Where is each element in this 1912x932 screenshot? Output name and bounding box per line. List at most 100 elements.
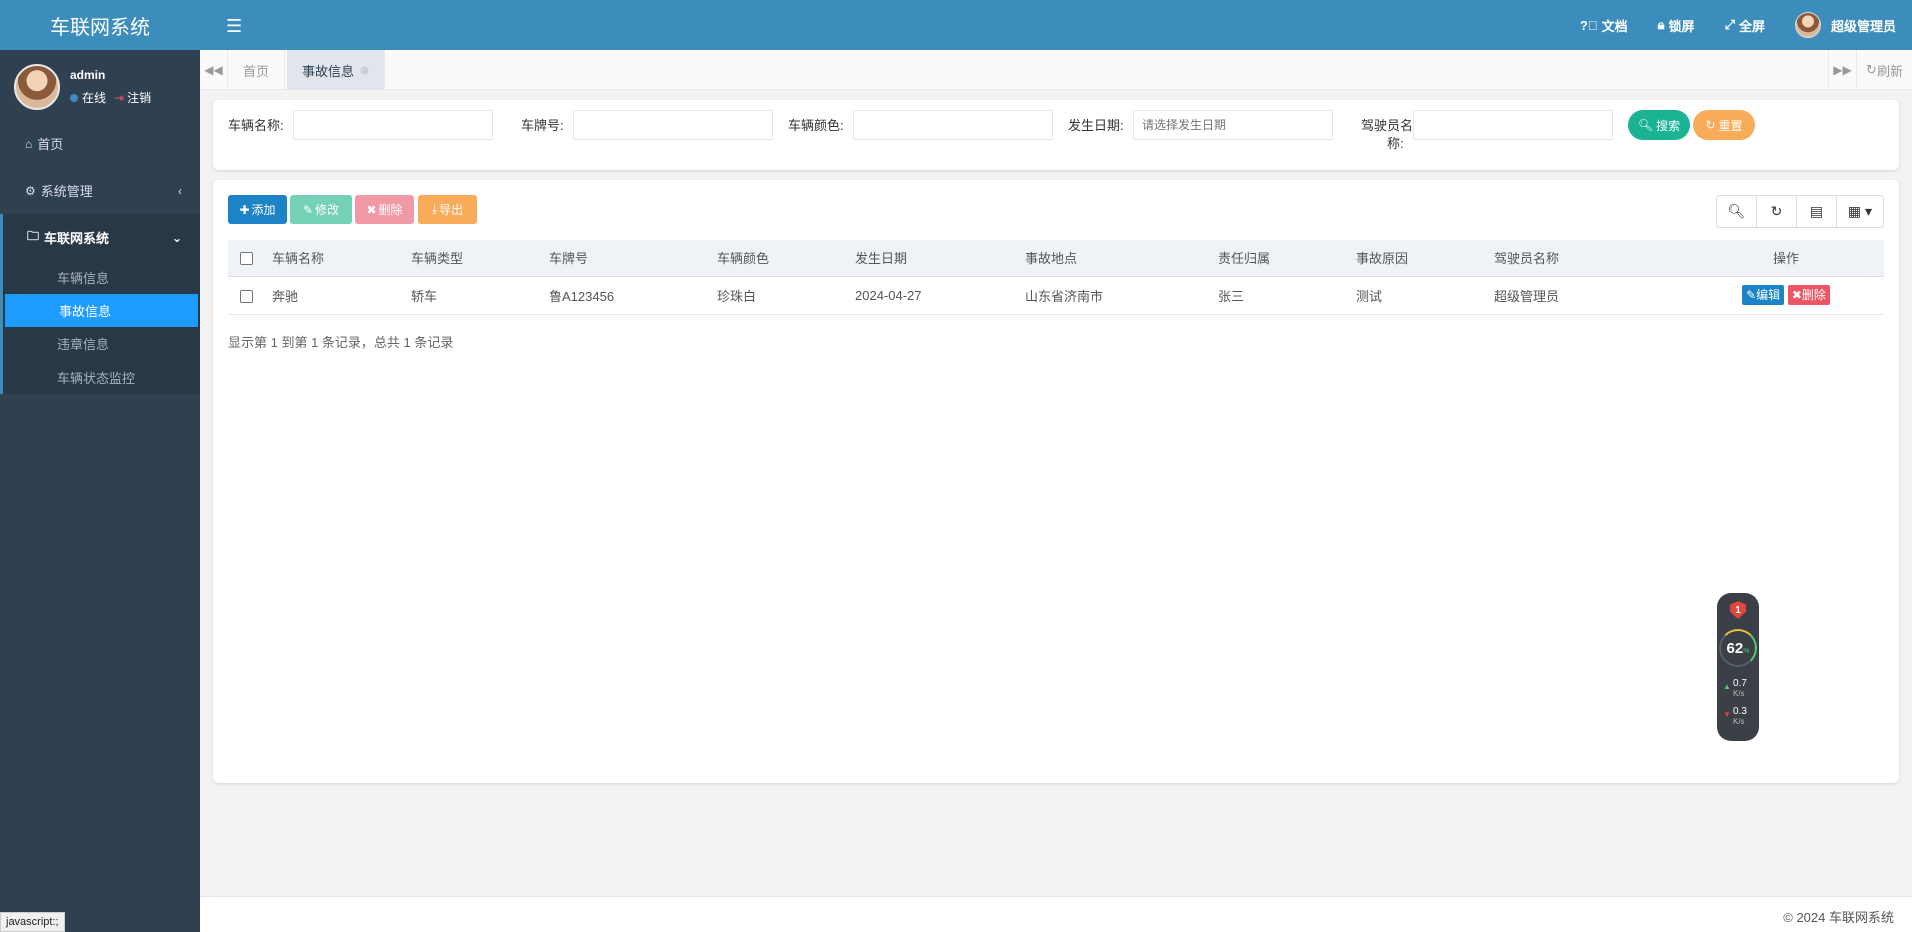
question-circle-icon: ?⃝ — [1579, 17, 1598, 33]
vehicle-name-input[interactable] — [293, 110, 493, 140]
col-date[interactable]: 发生日期 — [849, 240, 1019, 277]
color-input[interactable] — [853, 110, 1053, 140]
user-menu[interactable]: 超级管理员 — [1794, 12, 1896, 38]
chevron-left-icon: ‹ — [178, 183, 182, 198]
cell-color: 珍珠白 — [717, 288, 757, 304]
toggle-view-button[interactable]: ▤ — [1797, 196, 1837, 227]
download-speed: 0.3 K/s — [1733, 706, 1747, 727]
accident-table: 车辆名称 车辆类型 车牌号 车辆颜色 发生日期 事故地点 责任归属 事故原因 驾… — [228, 240, 1884, 315]
delete-button[interactable]: ✖ 删除 — [355, 195, 414, 224]
th-icon: ▦ ▾ — [1847, 203, 1873, 219]
table-tools: 🔍︎ ↻ ▤ ▦ ▾ — [1716, 195, 1884, 228]
cell-location: 山东省济南市 — [1025, 288, 1104, 304]
vehicle-name-label: 车辆名称: — [228, 118, 284, 133]
driver-label-line2: 称: — [1387, 136, 1404, 151]
lock-screen-link[interactable]: 🔒︎ 锁屏 — [1658, 16, 1695, 35]
tab-scroll-right-icon[interactable]: ▶▶ — [1828, 50, 1856, 90]
plate-input[interactable] — [573, 110, 773, 140]
plate-label: 车牌号: — [521, 118, 564, 133]
times-icon: ✖ — [1791, 288, 1802, 302]
reset-button[interactable]: ↻ 重置 — [1693, 110, 1755, 140]
driver-input[interactable] — [1413, 110, 1613, 140]
col-reason[interactable]: 事故原因 — [1350, 240, 1488, 277]
date-label: 发生日期: — [1068, 118, 1124, 133]
driver-label-line1: 驾驶员名 — [1361, 118, 1414, 133]
sidebar-group-iov: 🗀 车联网系统 ⌄ 车辆信息 事故信息 违章信息 车辆状态监控 — [0, 214, 200, 394]
cpu-percent-unit: % — [1743, 647, 1750, 655]
sidebar-item-violation-info[interactable]: 违章信息 — [3, 327, 200, 360]
online-dot-icon — [70, 94, 78, 102]
fullscreen-link[interactable]: ⤢ 全屏 — [1725, 16, 1765, 35]
col-vehicle-type[interactable]: 车辆类型 — [405, 240, 543, 277]
pagination-info: 显示第 1 到第 1 条记录，总共 1 条记录 — [228, 335, 454, 350]
col-vehicle-name[interactable]: 车辆名称 — [266, 240, 405, 277]
cell-driver: 超级管理员 — [1494, 288, 1560, 304]
online-status: 在线 — [70, 89, 106, 106]
row-checkbox[interactable] — [240, 289, 253, 303]
col-color[interactable]: 车辆颜色 — [711, 240, 849, 277]
chevron-down-icon: ⌄ — [171, 230, 182, 245]
tab-refresh-button[interactable]: ↻ 刷新 — [1856, 50, 1912, 90]
columns-button[interactable]: ▦ ▾ — [1837, 196, 1883, 227]
upload-arrow-icon: ▲ — [1723, 682, 1731, 691]
upload-speed: 0.7 K/s — [1733, 678, 1747, 699]
folder-icon: 🗀 — [27, 229, 40, 243]
date-input[interactable] — [1133, 110, 1333, 140]
search-button[interactable]: 🔍︎ 搜索 — [1628, 110, 1690, 140]
refresh-icon: ↻ — [1770, 203, 1783, 219]
row-delete-button[interactable]: ✖删除 — [1787, 285, 1830, 305]
col-actions: 操作 — [1688, 240, 1884, 277]
times-icon: ✖ — [366, 202, 377, 217]
user-status: 在线 ⇥ 注销 — [70, 89, 151, 106]
sidebar-item-system[interactable]: ⚙ 系统管理 ‹ — [0, 167, 200, 214]
select-all-checkbox[interactable] — [240, 252, 253, 266]
edit-icon: ✎ — [302, 202, 314, 217]
refresh-table-button[interactable]: ↻ — [1757, 196, 1797, 227]
sidebar-item-iov[interactable]: 🗀 车联网系统 ⌄ — [3, 214, 200, 261]
col-plate[interactable]: 车牌号 — [543, 240, 711, 277]
shield-badge-icon: 1 — [1730, 601, 1746, 619]
menu-toggle-icon[interactable]: ☰ — [226, 16, 242, 37]
export-button[interactable]: ⤓ 导出 — [418, 195, 477, 224]
tab-accident-info[interactable]: 事故信息 ⊗ — [287, 50, 386, 90]
tab-scroll-left-icon[interactable]: ◀◀ — [200, 50, 228, 90]
cell-vehicle-name: 奔驰 — [272, 288, 299, 304]
cell-reason: 测试 — [1356, 288, 1383, 304]
cell-actions: ✎编辑 ✖删除 — [1688, 276, 1884, 314]
data-panel: ✚ 添加 ✎ 修改 ✖ 删除 ⤓ 导出 🔍︎ ↻ ▤ ▦ ▾ 车辆名称 车辆类型 车牌号… — [213, 180, 1899, 783]
col-location[interactable]: 事故地点 — [1019, 240, 1212, 277]
edit-button[interactable]: ✎ 修改 — [290, 195, 352, 224]
add-button[interactable]: ✚ 添加 — [228, 195, 287, 224]
search-icon: 🔍︎ — [1637, 118, 1654, 132]
toggle-search-button[interactable]: 🔍︎ — [1717, 196, 1757, 227]
sidebar: 车联网系统 admin 在线 ⇥ 注销 ⌂ 首页 ⚙ 系统管理 ‹ 🗀 车联网系统… — [0, 0, 200, 932]
brand-logo[interactable]: 车联网系统 — [0, 0, 200, 50]
col-responsible[interactable]: 责任归属 — [1212, 240, 1350, 277]
close-icon[interactable]: ⊗ — [360, 64, 369, 77]
download-icon: ⤓ — [431, 202, 438, 216]
edit-icon: ✎ — [1746, 288, 1757, 302]
cpu-gauge: 62% — [1719, 629, 1757, 667]
col-driver[interactable]: 驾驶员名称 — [1488, 240, 1688, 277]
logout-link[interactable]: ⇥ 注销 — [114, 89, 151, 106]
search-icon: 🔍︎ — [1727, 203, 1746, 219]
cell-vehicle-type: 轿车 — [411, 288, 438, 304]
cell-date: 2024-04-27 — [855, 287, 922, 303]
sidebar-item-vehicle-info[interactable]: 车辆信息 — [3, 261, 200, 294]
table-header-row: 车辆名称 车辆类型 车牌号 车辆颜色 发生日期 事故地点 责任归属 事故原因 驾… — [228, 240, 1884, 277]
avatar — [1794, 12, 1821, 38]
list-alt-icon: ▤ — [1809, 203, 1824, 219]
row-edit-button[interactable]: ✎编辑 — [1742, 285, 1785, 305]
refresh-icon: ↻ — [1705, 118, 1716, 132]
table-row: 奔驰 轿车 鲁A123456 珍珠白 2024-04-27 山东省济南市 张三 … — [228, 276, 1884, 314]
sidebar-item-accident-info[interactable]: 事故信息 — [5, 294, 198, 327]
network-monitor-widget[interactable]: 1 62% ▲ 0.7 K/s ▼ 0.3 K/s — [1717, 593, 1759, 741]
tab-home[interactable]: 首页 — [228, 50, 286, 90]
sidebar-item-vehicle-monitor[interactable]: 车辆状态监控 — [3, 360, 200, 394]
gear-icon: ⚙ — [25, 183, 36, 198]
header-actions: ?⃝ 文档 🔒︎ 锁屏 ⤢ 全屏 超级管理员 — [1580, 0, 1896, 50]
docs-link[interactable]: ?⃝ 文档 — [1580, 16, 1628, 35]
color-label: 车辆颜色: — [788, 118, 844, 133]
sidebar-item-home[interactable]: ⌂ 首页 — [0, 120, 200, 167]
tab-bar: ◀◀ 首页 事故信息 ⊗ ▶▶ ↻ 刷新 — [200, 50, 1912, 90]
